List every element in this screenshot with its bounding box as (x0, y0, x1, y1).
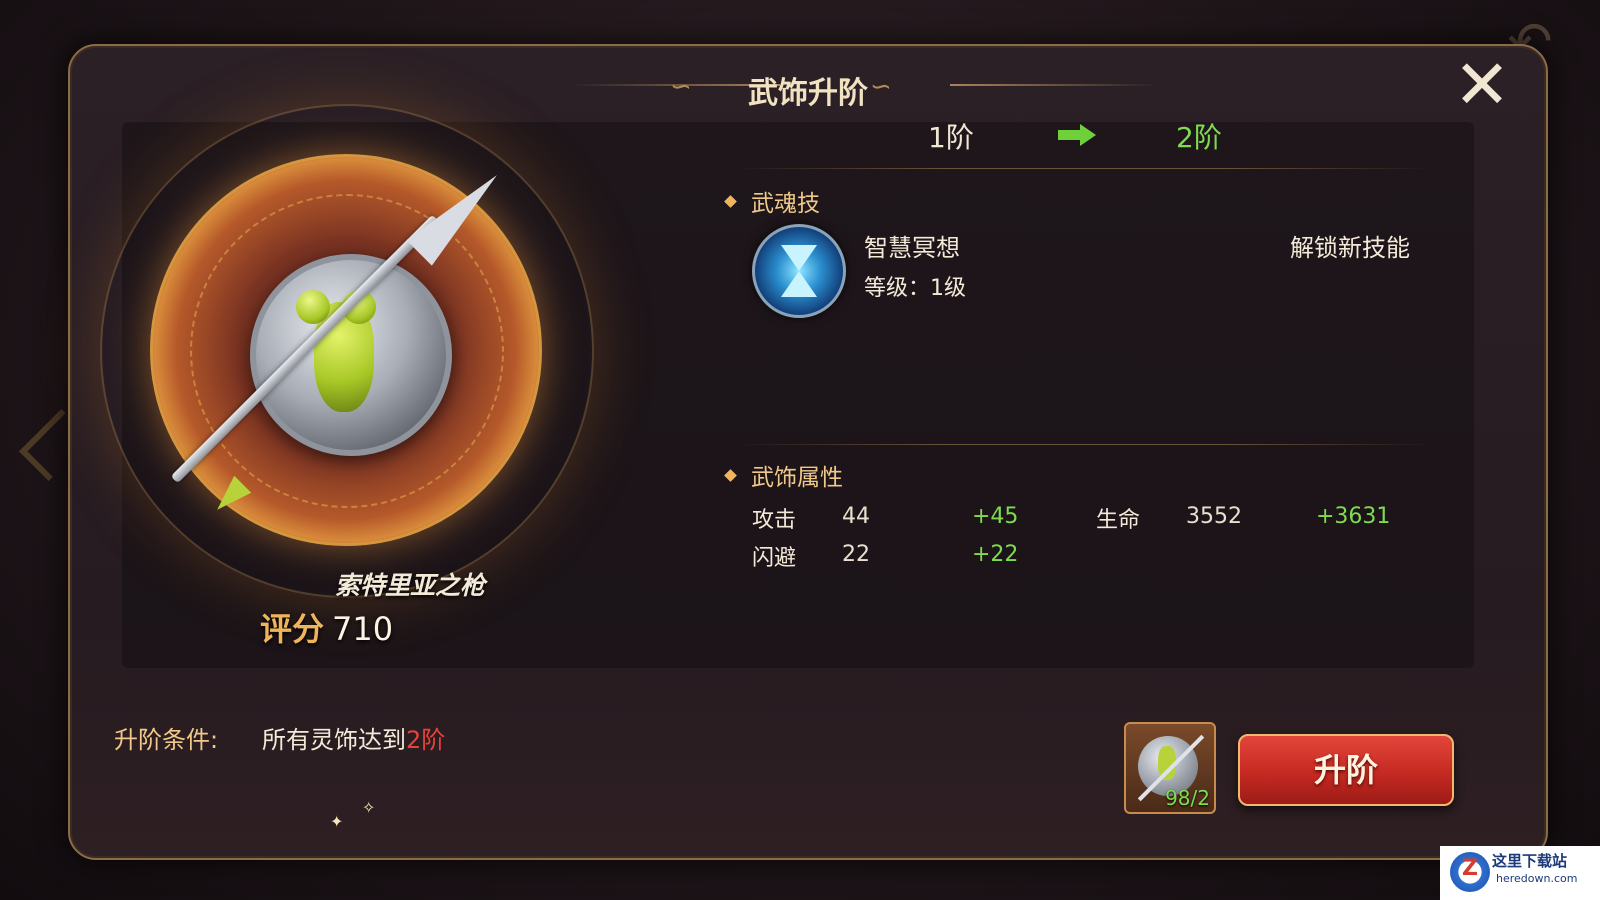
diamond-icon (724, 195, 737, 208)
condition-highlight: 2阶 (406, 726, 446, 754)
weapon-emblem (100, 104, 594, 598)
stat-value-dodge: 22 (842, 542, 870, 567)
condition-label: 升阶条件: (114, 726, 219, 754)
tier-next: 2阶 (1176, 121, 1222, 154)
stat-value-hp: 3552 (1186, 504, 1242, 529)
watermark-en: heredown.com (1496, 872, 1578, 885)
skill-section-heading: 武魂技 (724, 184, 820, 218)
attr-heading-text: 武饰属性 (751, 465, 843, 491)
divider (734, 168, 1434, 169)
divider (734, 444, 1434, 445)
stat-gain-dodge: +22 (972, 542, 1019, 567)
watermark-logo: Z (1450, 852, 1490, 892)
stat-gain-hp: +3631 (1316, 504, 1391, 529)
sparkle-icon: ✧ (362, 798, 376, 817)
hourglass-icon[interactable] (752, 224, 846, 318)
upgrade-button[interactable]: 升阶 (1238, 734, 1454, 806)
diamond-icon (724, 469, 737, 482)
close-icon[interactable]: ✕ (1452, 52, 1512, 120)
watermark-cn: 这里下载站 (1492, 852, 1568, 870)
material-item-slot[interactable]: 98/2 (1124, 722, 1216, 814)
stat-label-hp: 生命 (1096, 508, 1141, 533)
slime-blob (296, 290, 330, 324)
weapon-score: 评分 710 (260, 604, 560, 650)
condition-main: 所有灵饰达到 (262, 726, 406, 754)
weapon-name: 索特里亚之枪 (334, 571, 485, 600)
skill-heading-text: 武魂技 (751, 191, 820, 217)
arrow-right-icon (1058, 124, 1098, 146)
condition-text: 所有灵饰达到2阶 (262, 720, 445, 755)
attr-section-heading: 武饰属性 (724, 458, 843, 492)
tier-current: 1阶 (928, 121, 974, 154)
shield-icon (250, 254, 452, 456)
watermark: Z 这里下载站 heredown.com (1440, 846, 1600, 900)
stat-gain-attack: +45 (972, 504, 1019, 529)
sparkle-icon: ✦ (330, 812, 344, 831)
score-value: 710 (332, 610, 394, 648)
stat-label-attack: 攻击 (752, 508, 797, 533)
material-count: 98/2 (1165, 786, 1210, 810)
stat-label-dodge: 闪避 (752, 546, 797, 571)
unlock-skill-text: 解锁新技能 (1290, 234, 1410, 262)
stat-value-attack: 44 (842, 504, 870, 529)
score-label: 评分 (260, 610, 325, 648)
skill-name: 智慧冥想 (864, 234, 960, 262)
skill-level: 等级：1级 (864, 276, 966, 301)
